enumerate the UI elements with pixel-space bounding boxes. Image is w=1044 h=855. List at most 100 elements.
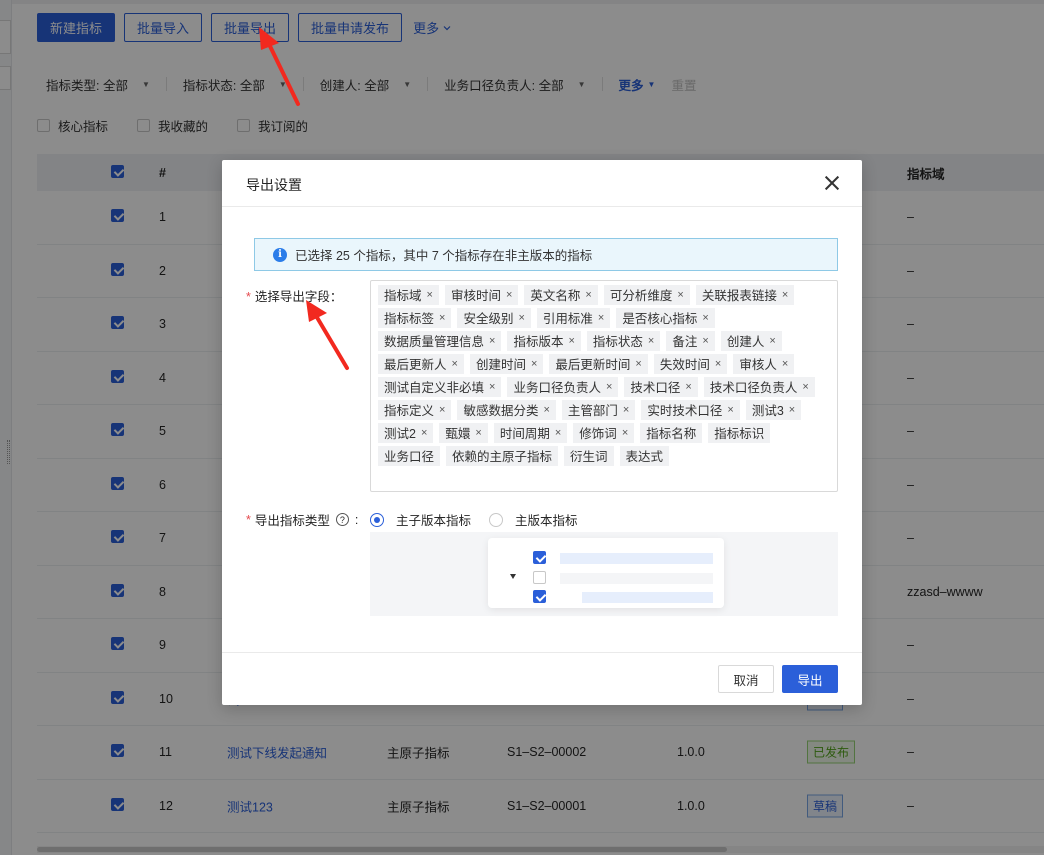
radio-button[interactable] — [370, 512, 384, 527]
field-tag-label: 指标标识 — [714, 427, 765, 441]
field-tag: 指标状态 × — [586, 330, 661, 351]
radio-main-only-label: 主版本指标 — [515, 514, 578, 528]
field-tag-label: 英文名称 — [530, 289, 581, 303]
export-type-radio-group: 主子版本指标 主版本指标 — [370, 510, 596, 529]
field-tag-label: 创建时间 — [475, 358, 526, 372]
close-icon[interactable]: × — [769, 335, 775, 347]
close-icon[interactable]: × — [782, 358, 788, 370]
field-tag: 指标域 × — [378, 284, 439, 305]
field-tag: 表达式 — [619, 445, 670, 466]
close-icon[interactable]: × — [606, 381, 612, 393]
field-tag-label: 技术口径 — [630, 381, 681, 395]
close-icon[interactable]: × — [622, 427, 628, 439]
field-tag: 指标标识 — [708, 422, 771, 443]
close-icon[interactable]: × — [685, 381, 691, 393]
close-icon[interactable]: × — [677, 289, 683, 301]
close-icon[interactable]: × — [475, 427, 481, 439]
close-icon[interactable]: × — [789, 404, 795, 416]
close-icon[interactable]: × — [452, 358, 458, 370]
radio-button[interactable] — [489, 512, 504, 527]
radio-main-only[interactable]: 主版本指标 — [489, 510, 578, 529]
close-icon[interactable]: × — [543, 404, 549, 416]
field-tag-label: 测试2 — [384, 427, 416, 441]
field-tag: 创建人 × — [720, 330, 782, 351]
field-tag-label: 指标标签 — [384, 312, 435, 326]
info-text: 已选择 25 个指标，其中 7 个指标存在非主版本的指标 — [295, 249, 593, 263]
close-icon[interactable]: × — [568, 335, 574, 347]
close-icon[interactable]: × — [802, 381, 808, 393]
type-label-colon: : — [354, 512, 359, 527]
export-settings-dialog: 导出设置 i 已选择 25 个指标，其中 7 个指标存在非主版本的指标 * 选择导… — [222, 160, 862, 705]
field-tag-label: 指标定义 — [384, 404, 435, 418]
field-tag: 指标版本 × — [507, 330, 581, 351]
field-tag: 关联报表链接 × — [695, 284, 795, 305]
field-tag-label: 表达式 — [625, 450, 664, 464]
type-label-text: 导出指标类型 — [254, 514, 330, 528]
field-tag-label: 测试3 — [751, 404, 784, 418]
field-tag: 测试自定义非必填 × — [378, 376, 502, 397]
field-tag: 测试3 × — [745, 399, 802, 420]
field-tag-label: 引用标准 — [542, 312, 593, 326]
field-tag-label: 指标名称 — [646, 427, 697, 441]
close-icon[interactable]: × — [702, 312, 708, 324]
close-icon[interactable]: × — [421, 427, 427, 439]
radio-main-and-sub[interactable]: 主子版本指标 — [370, 510, 471, 529]
export-fields-select[interactable]: 指标域 × 审核时间 × 英文名称 × 可分析维度 × 关联报表链接 × 指标标签 × 安全级别 × 引用标… — [370, 280, 838, 492]
field-tag: 英文名称 × — [524, 284, 598, 305]
close-icon[interactable]: × — [489, 381, 495, 393]
field-tag-label: 依赖的主原子指标 — [452, 450, 553, 464]
cancel-button[interactable]: 取消 — [718, 665, 774, 693]
radio-main-and-sub-label: 主子版本指标 — [396, 514, 472, 528]
field-tag: 甄嬛 × — [439, 422, 488, 443]
field-tag: 失效时间 × — [653, 353, 728, 374]
close-icon[interactable]: × — [489, 335, 495, 347]
fields-label-text: 选择导出字段： — [254, 290, 343, 304]
field-tag: 最后更新时间 × — [549, 353, 648, 374]
close-icon[interactable]: × — [555, 427, 561, 439]
close-icon[interactable]: × — [427, 289, 433, 301]
field-tag: 安全级别 × — [457, 307, 531, 328]
field-tag-label: 敏感数据分类 — [463, 404, 539, 418]
close-icon[interactable] — [822, 173, 842, 193]
checkbox — [533, 571, 546, 584]
export-type-preview — [370, 532, 838, 616]
field-tag-label: 指标域 — [384, 289, 422, 303]
field-tag-label: 审核人 — [739, 358, 777, 372]
close-icon[interactable]: × — [635, 358, 641, 370]
field-tag-label: 甄嬛 — [445, 427, 471, 441]
close-icon[interactable]: × — [715, 358, 721, 370]
field-tag-label: 指标版本 — [513, 335, 564, 349]
field-tag: 引用标准 × — [536, 307, 611, 328]
close-icon[interactable]: × — [598, 312, 604, 324]
close-icon[interactable]: × — [623, 404, 629, 416]
field-tag-label: 数据质量管理信息 — [384, 335, 485, 349]
question-icon[interactable]: ? — [335, 513, 349, 526]
field-tag: 技术口径 × — [624, 376, 698, 397]
field-tag-label: 业务口径 — [384, 450, 435, 464]
field-tag: 备注 × — [666, 330, 715, 351]
field-tag-label: 技术口径负责人 — [709, 381, 798, 395]
field-tag-label: 指标状态 — [592, 335, 643, 349]
close-icon[interactable]: × — [518, 312, 524, 324]
field-tag: 审核时间 × — [444, 284, 519, 305]
close-icon[interactable]: × — [727, 404, 733, 416]
close-icon[interactable]: × — [506, 289, 512, 301]
close-icon[interactable]: × — [782, 289, 788, 301]
close-icon[interactable]: × — [439, 404, 445, 416]
field-tag-label: 安全级别 — [463, 312, 514, 326]
field-tag-label: 最后更新人 — [384, 358, 447, 372]
preview-card — [488, 538, 724, 608]
field-tag: 指标名称 — [640, 422, 703, 443]
close-icon[interactable]: × — [439, 312, 445, 324]
field-tag-label: 可分析维度 — [609, 289, 673, 303]
close-icon[interactable]: × — [531, 358, 537, 370]
field-tag: 创建时间 × — [469, 353, 544, 374]
dialog-title: 导出设置 — [246, 177, 302, 193]
close-icon[interactable]: × — [648, 335, 654, 347]
close-icon[interactable]: × — [702, 335, 708, 347]
field-tag: 最后更新人 × — [378, 353, 464, 374]
close-icon[interactable]: × — [585, 289, 591, 301]
info-alert: i 已选择 25 个指标，其中 7 个指标存在非主版本的指标 — [254, 238, 838, 271]
field-tag-label: 是否核心指标 — [622, 312, 698, 326]
export-button[interactable]: 导出 — [782, 665, 838, 693]
